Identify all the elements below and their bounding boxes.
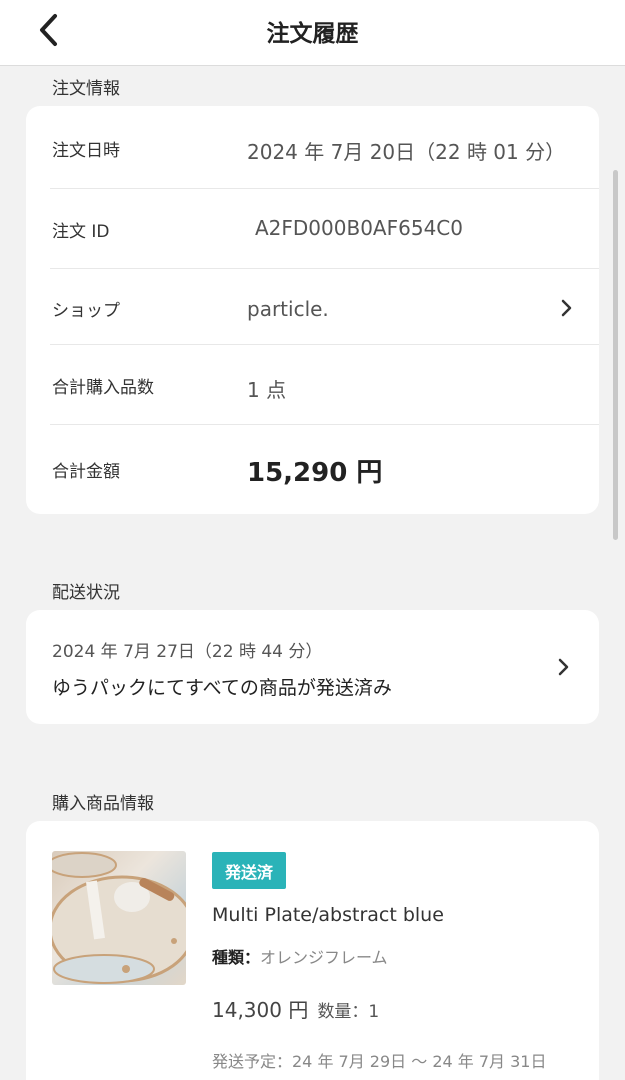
- divider: [50, 188, 599, 189]
- total-amount-value: 15,290 円: [247, 458, 383, 488]
- products-section-label: 購入商品情報: [52, 794, 154, 814]
- order-info-section-label: 注文情報: [52, 79, 120, 99]
- total-quantity-label: 合計購入品数: [52, 378, 154, 398]
- product-price: 14,300 円: [212, 998, 309, 1022]
- page-title: 注文履歴: [266, 21, 359, 47]
- variant-value: オレンジフレーム: [260, 948, 388, 967]
- divider: [50, 424, 599, 425]
- product-price-row: 14,300 円 数量：1: [212, 994, 379, 1023]
- shipping-status-card[interactable]: 2024 年 7月 27日（22 時 44 分） ゆうパックにてすべての商品が発…: [26, 610, 599, 724]
- product-image[interactable]: [52, 851, 186, 985]
- variant-label: 種類：: [212, 948, 261, 967]
- shipping-section-label: 配送状況: [52, 583, 120, 603]
- shop-label: ショップ: [52, 301, 120, 321]
- total-quantity-value: 1 点: [247, 378, 287, 402]
- order-info-card: 注文日時 2024 年 7月 20日（22 時 01 分） 注文 ID A2FD…: [26, 106, 599, 514]
- app-header: 注文履歴: [0, 0, 625, 66]
- divider: [50, 344, 599, 345]
- total-amount-label: 合計金額: [52, 462, 120, 482]
- status-badge: 発送済: [212, 852, 286, 889]
- order-id-value: A2FD000B0AF654C0: [255, 216, 463, 240]
- ship-schedule: 発送予定：24 年 7月 29日 〜 24 年 7月 31日: [212, 1052, 547, 1071]
- order-date-value: 2024 年 7月 20日（22 時 01 分）: [247, 140, 566, 164]
- product-name[interactable]: Multi Plate/abstract blue: [212, 904, 444, 926]
- chevron-right-icon: [556, 298, 576, 318]
- scrollbar[interactable]: [613, 170, 618, 540]
- product-card: 発送済 Multi Plate/abstract blue 種類：オレンジフレー…: [26, 821, 599, 1080]
- shop-value: particle.: [247, 297, 329, 321]
- chevron-right-icon: [553, 657, 573, 677]
- shipping-date: 2024 年 7月 27日（22 時 44 分）: [52, 642, 323, 662]
- shipping-status-text: ゆうパックにてすべての商品が発送済み: [52, 677, 392, 699]
- order-date-label: 注文日時: [52, 141, 120, 161]
- order-id-label: 注文 ID: [52, 222, 110, 242]
- product-quantity: 数量：1: [317, 1002, 380, 1022]
- product-variant: 種類：オレンジフレーム: [212, 944, 388, 968]
- shop-row[interactable]: ショップ particle.: [26, 269, 599, 345]
